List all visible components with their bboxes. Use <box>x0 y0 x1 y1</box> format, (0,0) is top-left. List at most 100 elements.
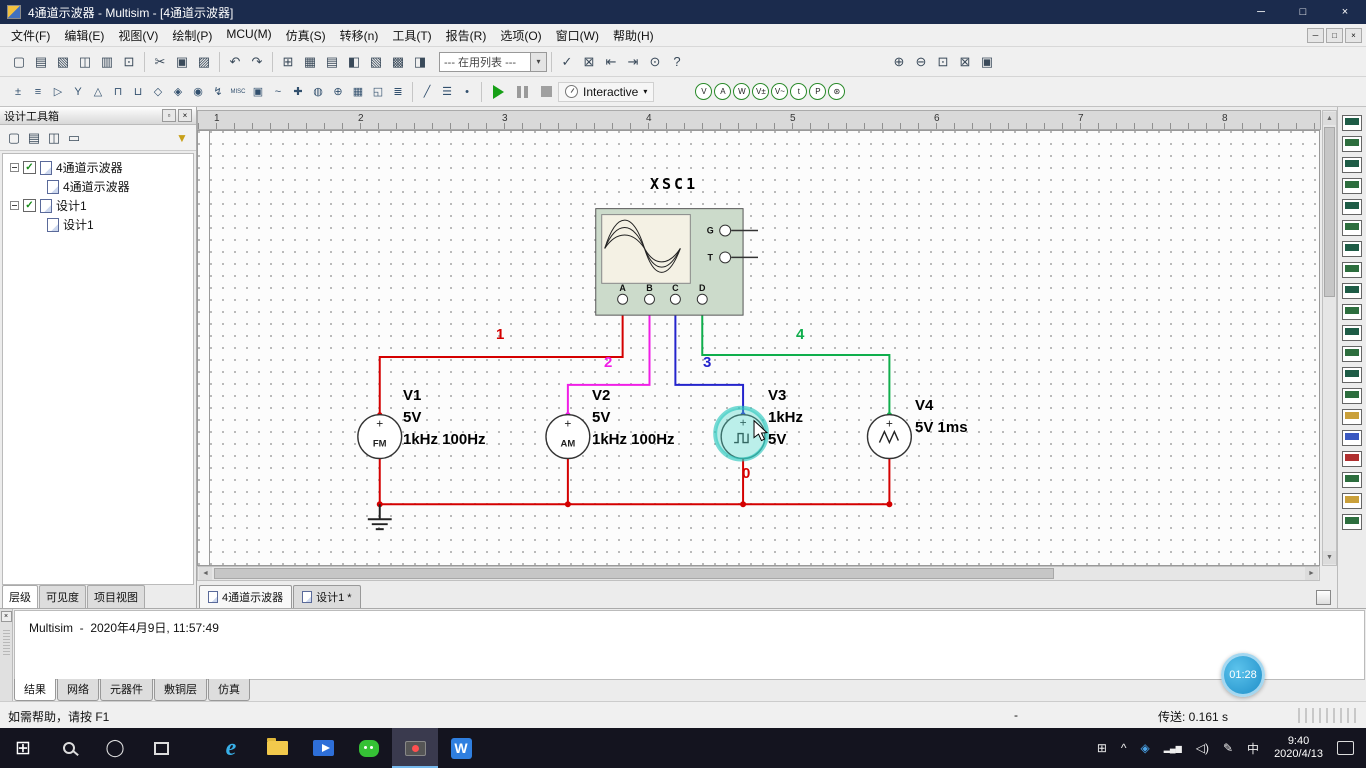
menu-transfer[interactable]: 转移(n) <box>333 24 386 47</box>
tree-root-scope-design[interactable]: ✓ 4通道示波器 <box>5 158 191 177</box>
current-probe-icon[interactable] <box>1342 514 1362 530</box>
zoom-out-icon[interactable]: ⊖ <box>910 51 932 73</box>
place-rf-icon[interactable]: ~ <box>268 81 288 103</box>
place-connector-icon[interactable]: ⊕ <box>328 81 348 103</box>
ime-icon[interactable]: 中 <box>1240 728 1266 768</box>
edge-browser-icon[interactable]: e <box>208 728 254 768</box>
place-electromechanical-icon[interactable]: ✚ <box>288 81 308 103</box>
junction-icon[interactable]: • <box>457 81 477 103</box>
menu-edit[interactable]: 编辑(E) <box>57 24 111 47</box>
net-label-2[interactable]: 2 <box>604 354 612 371</box>
wire-net-0[interactable] <box>378 458 891 506</box>
place-diode-icon[interactable]: ▷ <box>48 81 68 103</box>
panel-float-button[interactable]: ▫ <box>162 109 176 122</box>
back-annotate-icon[interactable]: ⇤ <box>600 51 622 73</box>
net-label-0[interactable]: 0 <box>742 465 750 482</box>
vertical-scrollbar[interactable]: ▲ ▼ <box>1322 110 1337 566</box>
grapher-icon[interactable]: ▧ <box>365 51 387 73</box>
spreadsheet-view-icon[interactable]: ▦ <box>299 51 321 73</box>
mdi-restore-button[interactable]: □ <box>1326 27 1343 43</box>
place-mixed-icon[interactable]: ◈ <box>168 81 188 103</box>
scroll-down-arrow[interactable]: ▼ <box>1323 551 1336 564</box>
labview-instrument-icon[interactable] <box>1342 493 1362 509</box>
cortana-button[interactable]: ◯ <box>92 728 138 768</box>
menu-reports[interactable]: 报告(R) <box>439 24 494 47</box>
place-advanced-peripherals-icon[interactable]: ▣ <box>248 81 268 103</box>
source-v1[interactable]: + FM <box>357 413 403 460</box>
probe-voltage-icon[interactable]: V <box>695 83 713 100</box>
schematic-canvas[interactable]: G T A B C D + FM + AM + XSC1 V1 5V 1kHz … <box>197 130 1320 566</box>
source-v2-label[interactable]: V2 5V 1kHz 100Hz <box>592 385 675 451</box>
four-channel-oscilloscope-icon[interactable] <box>1342 199 1362 215</box>
task-view-button[interactable] <box>138 728 184 768</box>
toolbox-tab[interactable]: 层级 <box>2 585 38 608</box>
probe-instantaneous-icon[interactable]: t <box>790 83 808 100</box>
scroll-up-arrow[interactable]: ▲ <box>1323 112 1336 125</box>
horizontal-scrollbar[interactable]: ◄ ► <box>197 566 1320 581</box>
source-v1-label[interactable]: V1 5V 1kHz 100Hz <box>403 385 486 451</box>
tree-checkbox[interactable]: ✓ <box>23 199 36 212</box>
logic-analyzer-icon[interactable] <box>1342 304 1362 320</box>
interactive-simulation-selector[interactable]: Interactive ▾ <box>558 81 655 102</box>
source-v2[interactable]: + AM <box>545 413 591 460</box>
place-basic-icon[interactable]: ≡ <box>28 81 48 103</box>
frequency-counter-icon[interactable] <box>1342 241 1362 257</box>
results-content[interactable]: Multisim - 2020年4月9日, 11:57:49 <box>14 610 1365 680</box>
open-file-icon[interactable]: ▤ <box>30 51 52 73</box>
place-ttl-icon[interactable]: ⊓ <box>108 81 128 103</box>
place-misc-digital-icon[interactable]: ◇ <box>148 81 168 103</box>
logic-converter-icon[interactable] <box>1342 283 1362 299</box>
results-tab[interactable]: 仿真 <box>208 679 250 701</box>
tree-sheet-design1[interactable]: 设计1 <box>5 215 191 234</box>
taskbar-clock[interactable]: 9:40 2020/4/13 <box>1266 735 1331 761</box>
place-hierarchical-block-icon[interactable]: ◱ <box>368 81 388 103</box>
wattmeter-icon[interactable] <box>1342 157 1362 173</box>
mdi-close-button[interactable]: × <box>1345 27 1362 43</box>
tree-item-label[interactable]: 设计1 <box>56 197 87 214</box>
agilent-multimeter-icon[interactable] <box>1342 430 1362 446</box>
place-misc-icon[interactable]: MISC <box>228 81 248 103</box>
results-tab[interactable]: 结果 <box>14 679 56 701</box>
action-center-icon[interactable] <box>1337 741 1354 755</box>
menu-mcu[interactable]: MCU(M) <box>219 24 278 47</box>
run-simulation-button[interactable] <box>486 81 510 103</box>
probe-voltage-rms-icon[interactable]: V~ <box>771 83 789 100</box>
function-generator-icon[interactable] <box>1342 136 1362 152</box>
toolbox-close-file-icon[interactable]: ▭ <box>64 128 84 148</box>
open-sample-icon[interactable]: ▧ <box>52 51 74 73</box>
place-indicator-icon[interactable]: ◉ <box>188 81 208 103</box>
menu-window[interactable]: 窗口(W) <box>549 24 606 47</box>
maximize-button[interactable]: □ <box>1282 0 1324 24</box>
source-v4-label[interactable]: V4 5V 1ms <box>915 395 968 439</box>
oscilloscope-icon[interactable] <box>1342 178 1362 194</box>
toolbox-filter-icon[interactable]: ▼ <box>172 128 192 148</box>
results-tab[interactable]: 网络 <box>57 679 99 701</box>
toolbox-new-icon[interactable]: ▢ <box>4 128 24 148</box>
tree-expander-icon[interactable] <box>10 163 19 172</box>
forward-annotate-icon[interactable]: ⇥ <box>622 51 644 73</box>
file-explorer-icon[interactable] <box>254 728 300 768</box>
security-icon[interactable]: ◈ <box>1134 728 1157 768</box>
ground-symbol[interactable] <box>367 504 392 531</box>
in-use-list-dropdown[interactable]: --- 在用列表 --- ▾ <box>439 51 547 72</box>
component-wizard-icon[interactable]: ◧ <box>343 51 365 73</box>
results-tab[interactable]: 敷铜层 <box>154 679 207 701</box>
place-source-icon[interactable]: ± <box>8 81 28 103</box>
tree-item-label[interactable]: 4通道示波器 <box>63 178 130 195</box>
net-label-1[interactable]: 1 <box>496 326 504 343</box>
screen-recorder-icon[interactable] <box>392 728 438 768</box>
toolbox-open-icon[interactable]: ▤ <box>24 128 44 148</box>
tree-sheet-scope-design[interactable]: 4通道示波器 <box>5 177 191 196</box>
paste-icon[interactable]: ▨ <box>193 51 215 73</box>
toolbox-tab[interactable]: 可见度 <box>39 585 86 608</box>
menu-file[interactable]: 文件(F) <box>4 24 57 47</box>
bus-mode-icon[interactable]: ☰ <box>437 81 457 103</box>
zoom-in-icon[interactable]: ⊕ <box>888 51 910 73</box>
toolbox-save-icon[interactable]: ◫ <box>44 128 64 148</box>
copy-icon[interactable]: ▣ <box>171 51 193 73</box>
source-v3-label[interactable]: V3 1kHz 5V <box>768 385 803 451</box>
toolbox-tab[interactable]: 项目视图 <box>87 585 145 608</box>
video-app-icon[interactable] <box>300 728 346 768</box>
new-file-icon[interactable]: ▢ <box>8 51 30 73</box>
menu-simulate[interactable]: 仿真(S) <box>279 24 333 47</box>
